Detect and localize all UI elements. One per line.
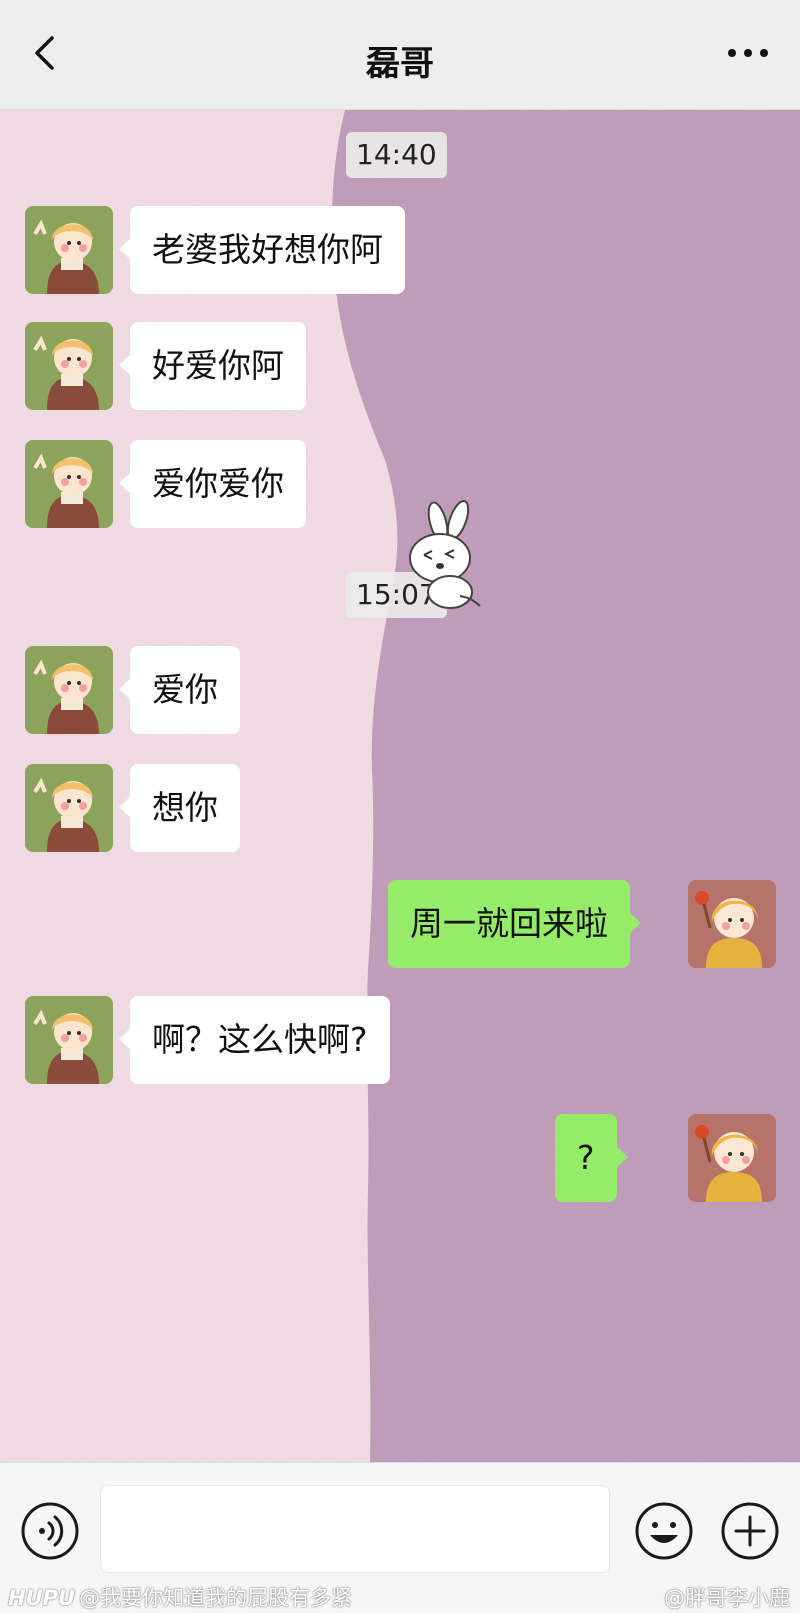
chat-background — [0, 110, 800, 1462]
avatar-self[interactable] — [688, 1114, 776, 1202]
girl-avatar-icon — [688, 880, 776, 968]
message-bubble[interactable]: 想你 — [119, 764, 240, 852]
more-dots-icon — [728, 49, 768, 57]
watermark-right: @胖哥李小鹿 — [664, 1586, 790, 1610]
girl-avatar-icon — [688, 1114, 776, 1202]
more-functions-button[interactable] — [718, 1499, 782, 1563]
message-bubble[interactable]: 好爱你阿 — [119, 322, 306, 410]
watermark-left: HUPU @我要你知道我的屁股有多紧 — [8, 1582, 352, 1612]
hupu-logo: HUPU — [8, 1586, 76, 1610]
chat-area[interactable]: 14:40 15:07 老婆我好想你阿 好爱你阿 爱你爱你 爱你 想你 周一就回… — [0, 110, 800, 1462]
avatar-contact[interactable] — [25, 764, 113, 852]
boy-avatar-icon — [25, 996, 113, 1084]
message-input[interactable] — [100, 1485, 610, 1573]
boy-avatar-icon — [25, 646, 113, 734]
bunny-sticker[interactable] — [398, 500, 490, 622]
avatar-contact[interactable] — [25, 996, 113, 1084]
chat-header: 磊哥 — [0, 0, 800, 110]
watermark-left-text: @我要你知道我的屁股有多紧 — [79, 1586, 353, 1610]
boy-avatar-icon — [25, 206, 113, 294]
boy-avatar-icon — [25, 322, 113, 410]
message-bubble-mine[interactable]: 周一就回来啦 — [388, 880, 641, 968]
voice-button[interactable] — [18, 1499, 82, 1563]
message-bubble[interactable]: 啊？这么快啊? — [119, 996, 390, 1084]
voice-icon — [21, 1502, 79, 1560]
message-bubble[interactable]: 爱你 — [119, 646, 240, 734]
plus-icon — [721, 1502, 779, 1560]
boy-avatar-icon — [25, 440, 113, 528]
message-bubble[interactable]: 爱你爱你 — [119, 440, 306, 528]
emoji-button[interactable] — [632, 1499, 696, 1563]
timestamp: 14:40 — [346, 132, 447, 178]
avatar-contact[interactable] — [25, 646, 113, 734]
more-button[interactable] — [718, 28, 778, 78]
avatar-contact[interactable] — [25, 206, 113, 294]
avatar-self[interactable] — [688, 880, 776, 968]
boy-avatar-icon — [25, 764, 113, 852]
chat-title: 磊哥 — [366, 44, 434, 84]
emoji-icon — [635, 1502, 693, 1560]
avatar-contact[interactable] — [25, 440, 113, 528]
message-bubble[interactable]: 老婆我好想你阿 — [119, 206, 405, 294]
avatar-contact[interactable] — [25, 322, 113, 410]
message-bubble-mine[interactable]: ? — [555, 1114, 627, 1202]
